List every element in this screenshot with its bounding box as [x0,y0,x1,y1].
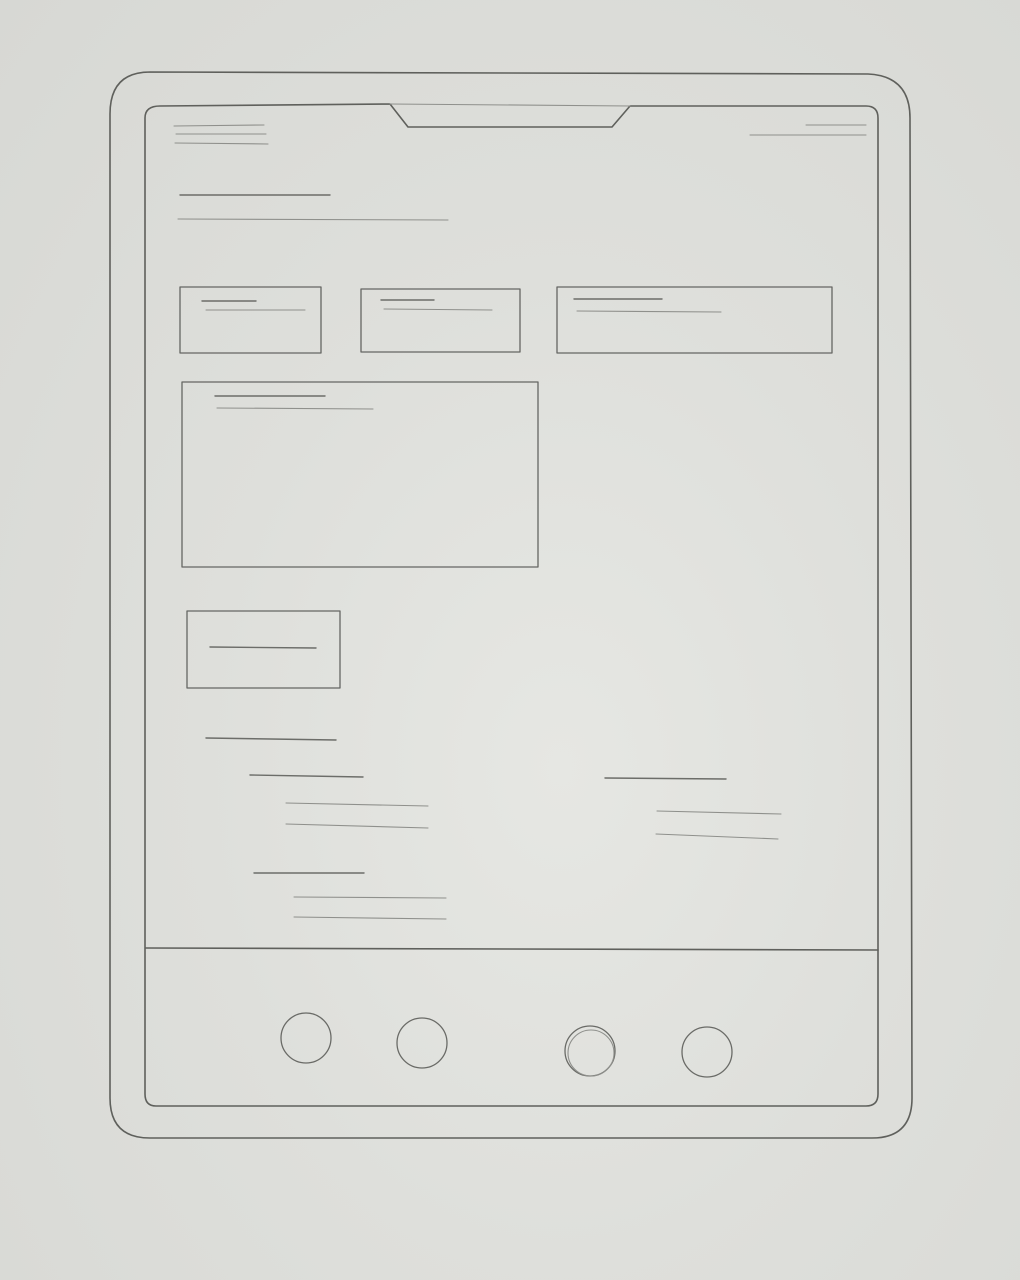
nav-circle-icon-outline [567,1029,615,1077]
button-label [209,646,317,649]
notch-line [389,103,631,107]
device-screen [144,103,879,1107]
bottom-nav [280,1012,733,1078]
panel-frame [181,381,539,568]
card-frame [556,286,833,354]
list-heading [205,737,337,741]
status-left-line [173,124,265,127]
status-left-line [174,142,269,145]
list-subitem [293,896,447,899]
device-frame [109,71,913,1139]
action-button[interactable] [186,610,341,689]
outline-list [205,737,447,920]
card-frame [179,286,322,354]
page-subtitle [177,218,449,221]
card-text [576,310,722,313]
wireframe-sketch [109,71,913,1139]
nav-circle-icon[interactable] [396,1017,448,1069]
detail-heading [604,777,727,780]
card[interactable] [179,286,322,354]
list-subitem [285,823,429,829]
detail-list [604,777,782,840]
content-panel [181,381,539,568]
card-frame [360,288,521,353]
status-bar [173,124,867,145]
card-text [383,308,493,311]
panel-text [216,407,374,410]
detail-item [656,810,782,815]
nav-circle-icon[interactable] [681,1026,733,1078]
card-wide[interactable] [556,286,833,354]
nav-circle-icon[interactable] [280,1012,332,1064]
page-header [177,194,449,221]
list-item [249,774,364,778]
list-subitem [285,802,429,807]
card[interactable] [360,288,521,353]
bottom-nav-divider [145,947,879,951]
button-frame [186,610,341,689]
list-subitem [293,916,447,920]
detail-item [655,833,779,840]
